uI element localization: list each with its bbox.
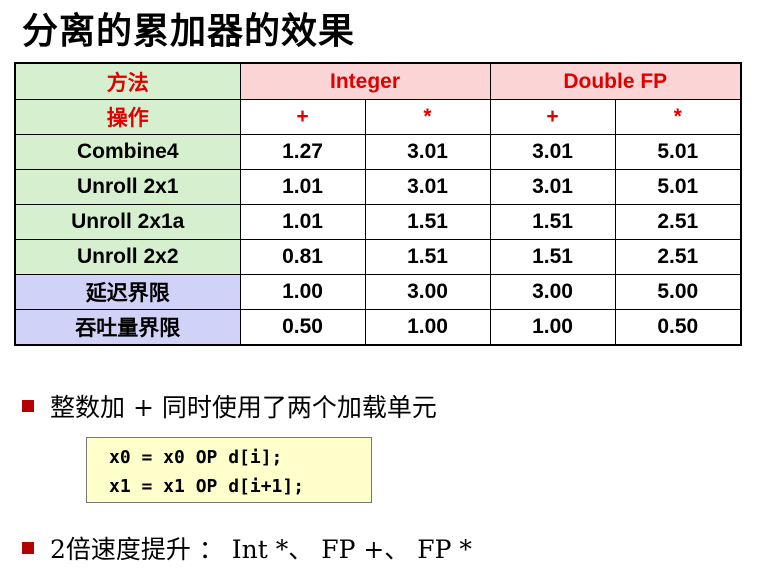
value-cell: 5.01 (614, 134, 742, 170)
value-cell: 1.51 (364, 239, 491, 275)
bullet-square-icon (22, 400, 34, 412)
value-cell: 2.51 (614, 239, 742, 275)
double-fp-header: Double FP (489, 62, 742, 100)
value-cell: 3.01 (364, 134, 491, 170)
value-cell: 1.51 (364, 204, 491, 240)
value-cell: 1.00 (239, 274, 366, 310)
value-cell: 0.50 (239, 309, 366, 346)
performance-table: 方法 Integer Double FP 操作 + * + * Combine4… (14, 62, 743, 346)
value-cell: 1.51 (489, 239, 616, 275)
value-cell: 2.51 (614, 204, 742, 240)
row-label: Unroll 2x1 (14, 169, 241, 205)
op-cell: * (614, 99, 742, 135)
op-cell: * (364, 99, 491, 135)
value-cell: 1.01 (239, 204, 366, 240)
integer-header: Integer (239, 62, 491, 100)
value-cell: 1.00 (489, 309, 616, 346)
page-title: 分离的累加器的效果 (22, 11, 356, 52)
table-row: 吞吐量界限 0.50 1.00 1.00 0.50 (14, 309, 742, 346)
value-cell: 1.01 (239, 169, 366, 205)
bullet-square-icon (22, 542, 34, 554)
value-cell: 3.01 (489, 134, 616, 170)
row-label: Combine4 (14, 134, 241, 170)
value-cell: 3.00 (364, 274, 491, 310)
value-cell: 5.01 (614, 169, 742, 205)
table-row: Unroll 2x1 1.01 3.01 3.01 5.01 (14, 169, 742, 205)
code-line: x1 = x1 OP d[i+1]; (109, 476, 305, 497)
op-cell: + (239, 99, 366, 135)
table-op-row: 操作 + * + * (14, 99, 742, 135)
code-line: x0 = x0 OP d[i]; (109, 447, 283, 468)
bullet-text: 2倍速度提升 ： Int *、 FP +、 FP * (50, 535, 472, 564)
table-row: Unroll 2x1a 1.01 1.51 1.51 2.51 (14, 204, 742, 240)
method-header: 方法 (14, 62, 241, 100)
row-label: 延迟界限 (14, 274, 241, 310)
value-cell: 1.00 (364, 309, 491, 346)
table-row: 延迟界限 1.00 3.00 3.00 5.00 (14, 274, 742, 310)
value-cell: 1.27 (239, 134, 366, 170)
value-cell: 3.00 (489, 274, 616, 310)
operation-header: 操作 (14, 99, 241, 135)
value-cell: 0.81 (239, 239, 366, 275)
bullet-text: 整数加 + 同时使用了两个加载单元 (50, 393, 437, 422)
value-cell: 3.01 (489, 169, 616, 205)
table-row: Unroll 2x2 0.81 1.51 1.51 2.51 (14, 239, 742, 275)
bullet-item: 2倍速度提升 ： Int *、 FP +、 FP * (22, 530, 472, 566)
value-cell: 5.00 (614, 274, 742, 310)
table-row: Combine4 1.27 3.01 3.01 5.01 (14, 134, 742, 170)
op-cell: + (489, 99, 616, 135)
bullet-item: 整数加 + 同时使用了两个加载单元 (22, 388, 437, 424)
table-header-row: 方法 Integer Double FP (14, 62, 742, 100)
value-cell: 0.50 (614, 309, 742, 346)
value-cell: 3.01 (364, 169, 491, 205)
code-block: x0 = x0 OP d[i]; x1 = x1 OP d[i+1]; (86, 437, 372, 503)
value-cell: 1.51 (489, 204, 616, 240)
row-label: Unroll 2x2 (14, 239, 241, 275)
row-label: 吞吐量界限 (14, 309, 241, 346)
row-label: Unroll 2x1a (14, 204, 241, 240)
